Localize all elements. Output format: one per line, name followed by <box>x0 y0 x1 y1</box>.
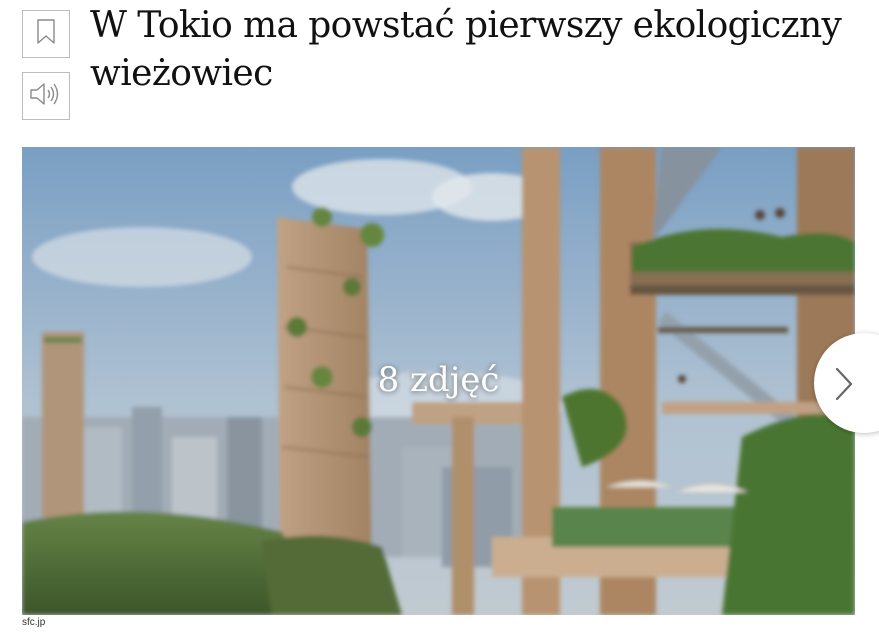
bookmark-button[interactable] <box>22 10 70 58</box>
photo-gallery[interactable]: 8 zdjęć <box>22 147 855 615</box>
bookmark-icon <box>36 19 56 49</box>
speaker-icon <box>29 81 63 111</box>
chevron-right-icon <box>835 367 853 401</box>
listen-audio-button[interactable] <box>22 72 70 120</box>
photo-credit: sfc.jp <box>22 617 46 628</box>
article-title: W Tokio ma powstać pierwszy ekologiczny … <box>90 5 842 94</box>
photo-count-label: 8 zdjęć <box>377 360 500 400</box>
